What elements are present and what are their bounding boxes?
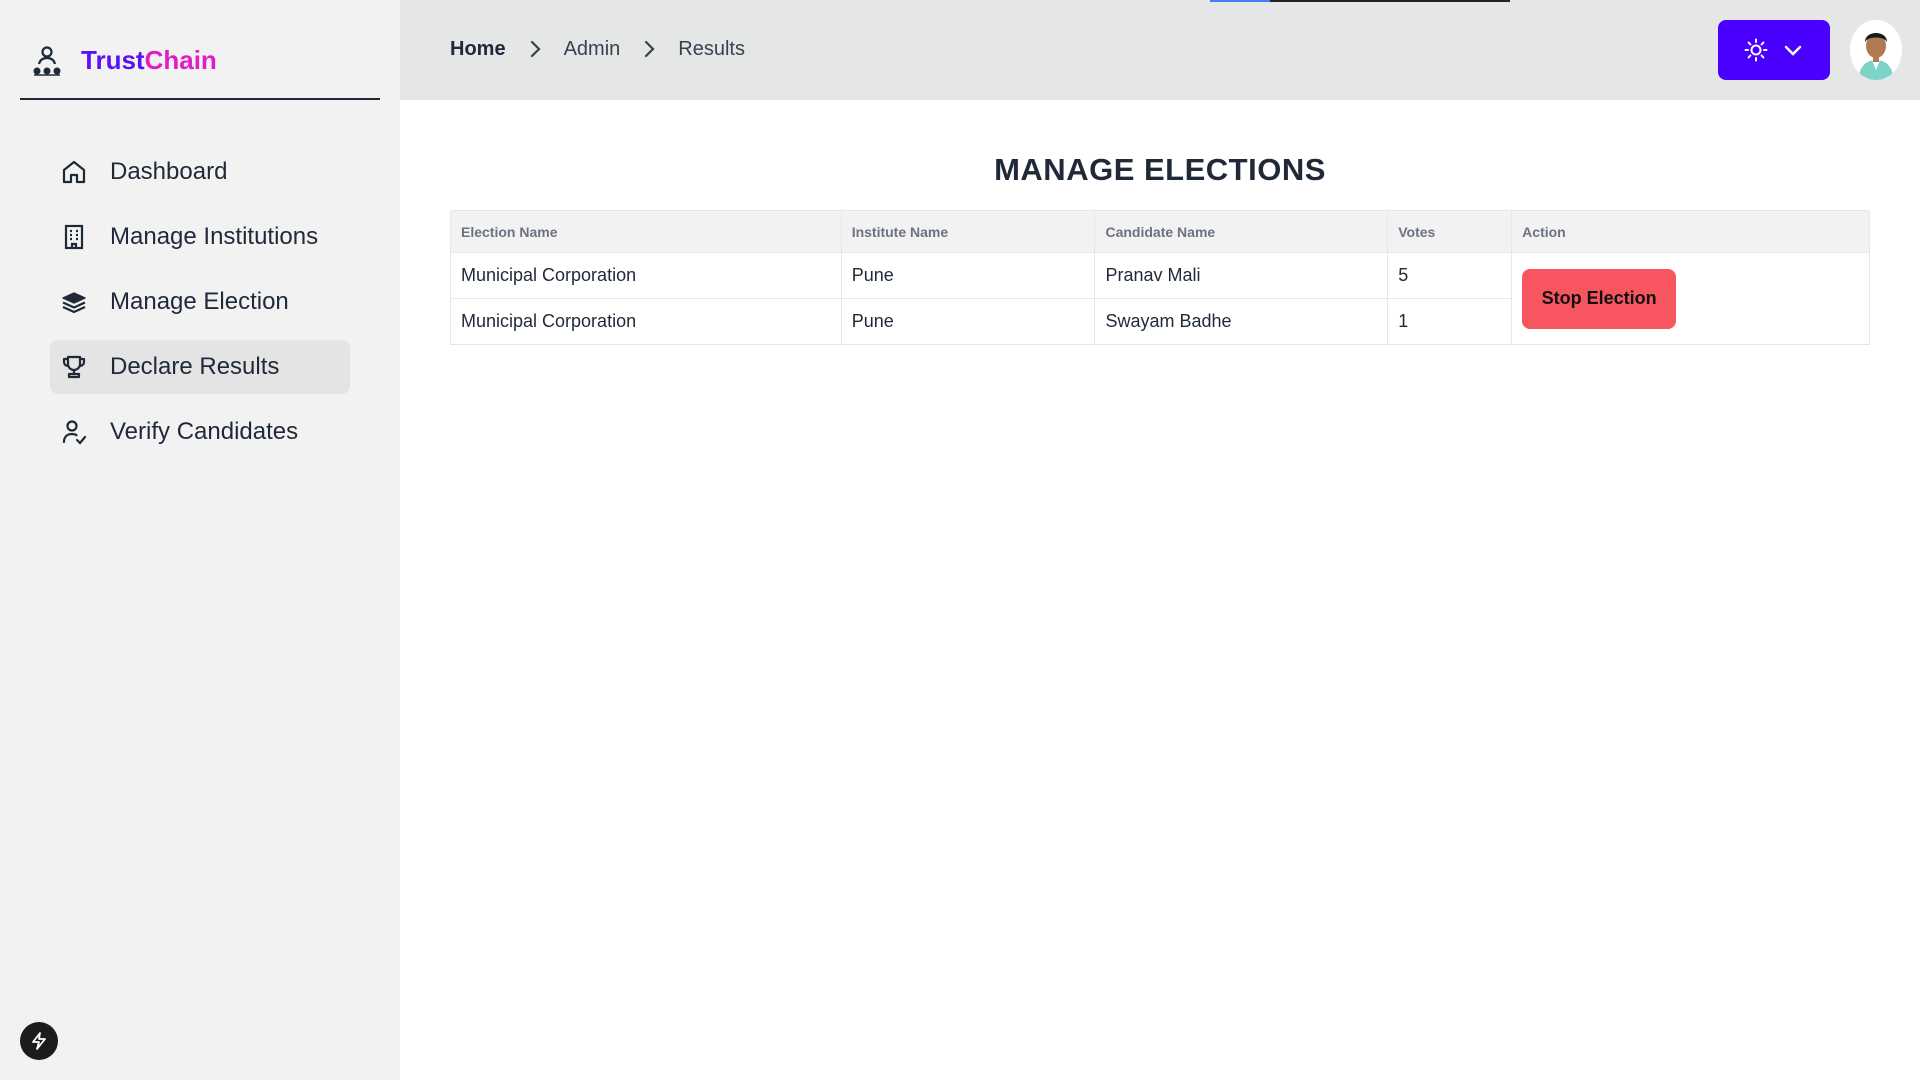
chevron-down-icon (1784, 45, 1802, 56)
sidebar-item-label: Manage Election (110, 288, 289, 315)
cell-votes: 1 (1387, 298, 1513, 345)
table-row: Municipal Corporation Pune Pranav Mali 5… (450, 252, 1870, 345)
sidebar-item-manage-election[interactable]: Manage Election (50, 275, 350, 329)
cell-election-name: Municipal Corporation (450, 252, 842, 299)
sidebar-item-verify-candidates[interactable]: Verify Candidates (50, 405, 350, 459)
brand-name[interactable]: TrustChain (81, 44, 217, 76)
user-avatar[interactable] (1850, 20, 1902, 80)
cell-institute-name: Pune (840, 298, 1096, 345)
theme-toggle-button[interactable] (1718, 20, 1830, 80)
column-header: Candidate Name (1094, 210, 1389, 253)
stop-election-button[interactable]: Stop Election (1522, 268, 1677, 329)
home-icon (62, 160, 86, 184)
cell-candidate-name: Pranav Mali (1094, 252, 1389, 299)
elections-table: Election Name Institute Name Candidate N… (450, 210, 1870, 345)
column-header: Action (1511, 210, 1870, 253)
cell-votes: 5 (1387, 252, 1513, 299)
brand-name-part1: Trust (81, 45, 145, 75)
cell-action: Stop Election (1511, 252, 1870, 345)
trophy-icon (62, 355, 86, 379)
sidebar-item-label: Dashboard (110, 158, 228, 185)
column-header: Election Name (450, 210, 842, 253)
user-avatar-image (1850, 20, 1902, 80)
layers-icon (62, 292, 86, 314)
sidebar-item-label: Declare Results (110, 353, 280, 380)
org-chart-user-icon (33, 46, 61, 76)
sidebar-item-manage-institutions[interactable]: Manage Institutions (50, 210, 350, 264)
brand-name-part2: Chain (144, 45, 217, 75)
sidebar-menu: Dashboard Manage Institutions Manage Ele… (50, 145, 350, 470)
breadcrumb-home[interactable]: Home (450, 36, 506, 62)
column-header: Institute Name (840, 210, 1096, 253)
breadcrumb-results: Results (678, 38, 745, 60)
sidebar-item-label: Manage Institutions (110, 223, 319, 250)
loading-progress-bar (1210, 0, 1510, 2)
chevron-right-icon (530, 40, 541, 58)
main-content: MANAGE ELECTIONS Election Name Institute… (400, 100, 1920, 1080)
cell-election-name: Municipal Corporation (450, 298, 842, 345)
table-header-row: Election Name Institute Name Candidate N… (450, 210, 1870, 253)
bolt-icon (32, 1032, 46, 1050)
sun-icon (1744, 38, 1768, 62)
cell-institute-name: Pune (840, 252, 1096, 299)
breadcrumb: Home Admin Results (450, 36, 745, 62)
page-title: MANAGE ELECTIONS (994, 152, 1326, 187)
sidebar-item-label: Verify Candidates (110, 418, 299, 445)
sidebar-item-dashboard[interactable]: Dashboard (50, 145, 350, 199)
chevron-right-icon (645, 40, 655, 58)
top-bar: Home Admin Results (400, 0, 1920, 100)
breadcrumb-admin[interactable]: Admin (564, 36, 621, 62)
user-check-icon (62, 420, 87, 445)
sidebar: TrustChain Dashboard Manage Institutions… (0, 0, 400, 1080)
sidebar-item-declare-results[interactable]: Declare Results (50, 340, 350, 394)
building-icon (64, 224, 84, 250)
column-header: Votes (1387, 210, 1513, 253)
cell-candidate-name: Swayam Badhe (1094, 298, 1389, 345)
devtools-button[interactable] (20, 1022, 58, 1060)
